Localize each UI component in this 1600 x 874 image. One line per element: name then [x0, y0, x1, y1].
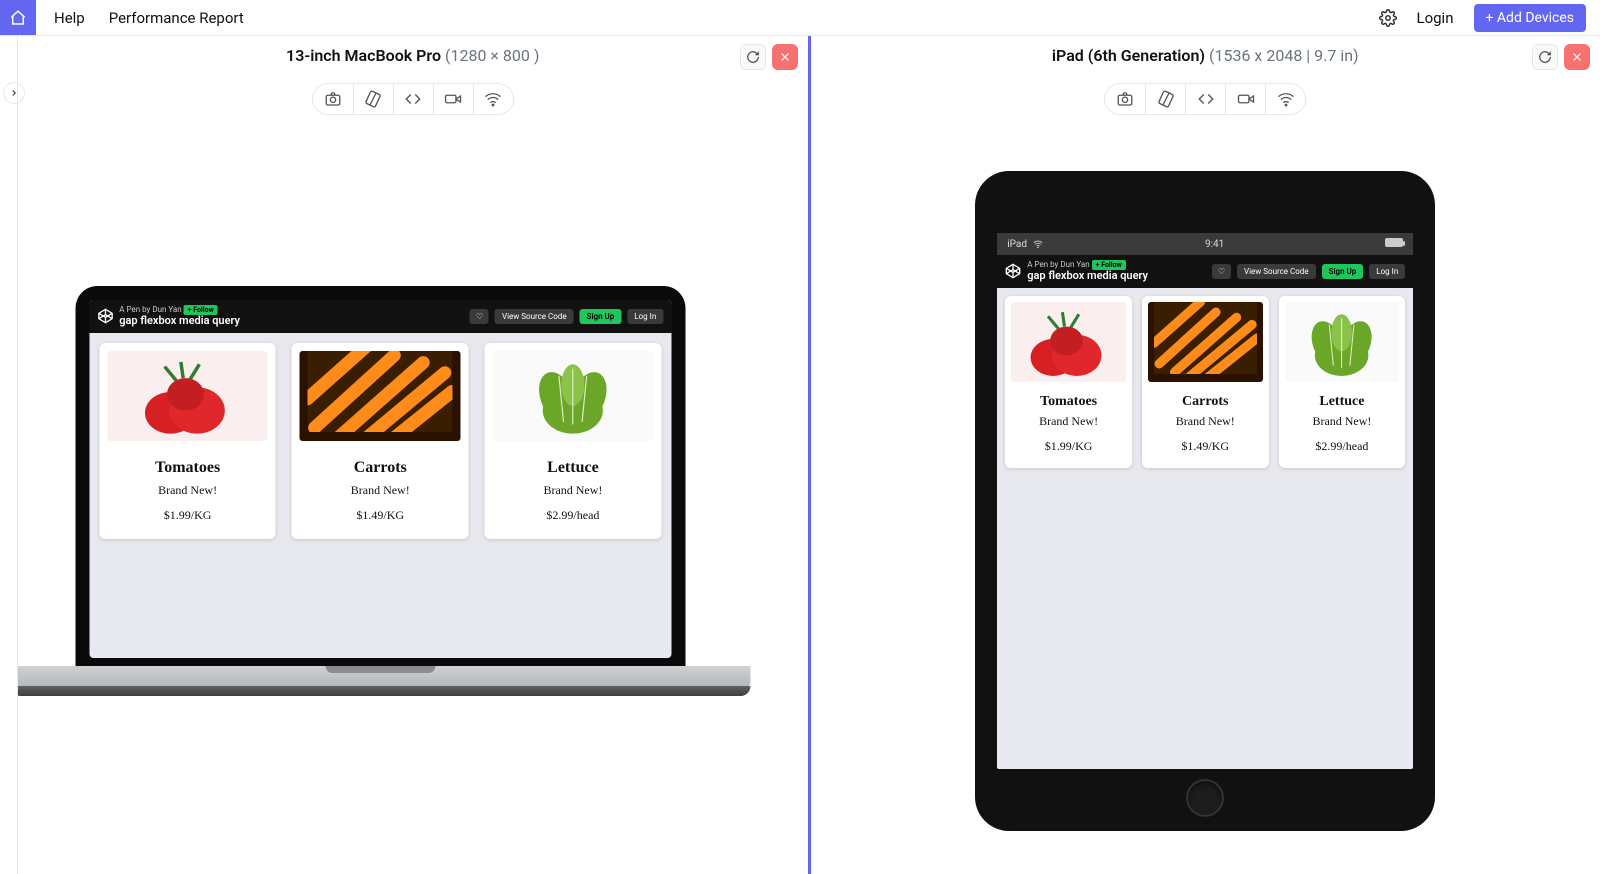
ipad-frame: iPad 9:41 A Pen by Dun Yan + Follow gap … — [975, 171, 1435, 831]
device-dimensions: (1280 × 800 ) — [445, 46, 539, 65]
device-name: 13-inch MacBook Pro — [286, 46, 441, 65]
view-source-button[interactable]: View Source Code — [1237, 264, 1316, 279]
device-toolbar — [18, 83, 808, 115]
product-price: $1.99/KG — [1011, 439, 1126, 454]
codepen-title: gap flexbox media query — [1027, 270, 1148, 282]
product-image-tomatoes — [107, 351, 268, 441]
signup-button[interactable]: Sign Up — [1322, 264, 1364, 279]
nav-help[interactable]: Help — [54, 9, 85, 27]
add-devices-button[interactable]: + Add Devices — [1474, 4, 1587, 32]
login-button[interactable]: Log In — [1369, 264, 1405, 279]
codepen-byline: A Pen by Dun Yan — [1027, 260, 1089, 269]
product-card: Lettuce Brand New! $2.99/head — [1279, 296, 1406, 468]
product-tag: Brand New! — [1011, 414, 1126, 429]
product-name: Lettuce — [1285, 394, 1400, 410]
device-name: iPad (6th Generation) — [1052, 46, 1205, 65]
ipad-home-button[interactable] — [1186, 779, 1224, 817]
product-image-tomatoes — [1011, 302, 1126, 382]
login-button[interactable]: Log In — [627, 309, 663, 324]
product-name: Carrots — [1148, 394, 1263, 410]
signup-button[interactable]: Sign Up — [580, 309, 622, 324]
codepen-logo-icon — [1005, 263, 1021, 279]
product-tag: Brand New! — [493, 483, 654, 498]
wifi-icon — [1032, 239, 1044, 249]
product-card: Tomatoes Brand New! $1.99/KG — [99, 343, 276, 539]
record-icon[interactable] — [433, 84, 473, 114]
codepen-logo-icon — [97, 308, 113, 324]
product-price: $2.99/head — [493, 508, 654, 523]
screenshot-icon[interactable] — [313, 84, 353, 114]
record-icon[interactable] — [1225, 84, 1265, 114]
product-price: $1.49/KG — [1148, 439, 1263, 454]
codepen-title: gap flexbox media query — [119, 315, 240, 327]
macbook-viewport[interactable]: A Pen by Dun Yan + Follow gap flexbox me… — [89, 300, 671, 658]
product-name: Tomatoes — [107, 459, 268, 477]
codepen-byline: A Pen by Dun Yan — [119, 305, 181, 314]
pane-title: 13-inch MacBook Pro (1280 × 800 ) — [18, 36, 808, 71]
device-pane-macbook: 13-inch MacBook Pro (1280 × 800 ) — [17, 36, 808, 874]
heart-button[interactable]: ♡ — [470, 309, 489, 324]
settings-gear-icon[interactable] — [1379, 9, 1397, 27]
ipad-viewport[interactable]: iPad 9:41 A Pen by Dun Yan + Follow gap … — [997, 233, 1413, 769]
product-card: Tomatoes Brand New! $1.99/KG — [1005, 296, 1132, 468]
product-name: Lettuce — [493, 459, 654, 477]
product-price: $1.49/KG — [300, 508, 461, 523]
product-tag: Brand New! — [107, 483, 268, 498]
devtools-icon[interactable] — [393, 84, 433, 114]
refresh-button[interactable] — [1532, 44, 1558, 70]
network-icon[interactable] — [473, 84, 513, 114]
devtools-icon[interactable] — [1185, 84, 1225, 114]
product-image-carrots — [1148, 302, 1263, 382]
refresh-button[interactable] — [740, 44, 766, 70]
product-name: Tomatoes — [1011, 394, 1126, 410]
product-tag: Brand New! — [1148, 414, 1263, 429]
product-image-lettuce — [1285, 302, 1400, 382]
product-image-carrots — [300, 351, 461, 441]
product-card: Carrots Brand New! $1.49/KG — [1142, 296, 1269, 468]
device-toolbar — [811, 83, 1600, 115]
heart-button[interactable]: ♡ — [1212, 264, 1231, 279]
status-carrier: iPad — [1007, 239, 1027, 250]
product-name: Carrots — [300, 459, 461, 477]
macbook-frame: A Pen by Dun Yan + Follow gap flexbox me… — [75, 286, 750, 688]
home-button[interactable] — [0, 0, 36, 35]
product-image-lettuce — [493, 351, 654, 441]
remove-device-button[interactable] — [1564, 44, 1590, 70]
rotate-icon[interactable] — [353, 84, 393, 114]
app-topbar: Help Performance Report Login + Add Devi… — [0, 0, 1600, 36]
network-icon[interactable] — [1265, 84, 1305, 114]
product-tag: Brand New! — [1285, 414, 1400, 429]
product-card: Carrots Brand New! $1.49/KG — [292, 343, 469, 539]
login-link[interactable]: Login — [1417, 9, 1454, 27]
product-price: $2.99/head — [1285, 439, 1400, 454]
screenshot-icon[interactable] — [1105, 84, 1145, 114]
battery-icon — [1385, 238, 1403, 247]
view-source-button[interactable]: View Source Code — [495, 309, 574, 324]
remove-device-button[interactable] — [772, 44, 798, 70]
codepen-header: A Pen by Dun Yan + Follow gap flexbox me… — [89, 300, 671, 333]
product-tag: Brand New! — [300, 483, 461, 498]
product-price: $1.99/KG — [107, 508, 268, 523]
pane-title: iPad (6th Generation) (1536 x 2048 | 9.7… — [811, 36, 1600, 71]
ipad-status-bar: iPad 9:41 — [997, 233, 1413, 255]
product-card: Lettuce Brand New! $2.99/head — [485, 343, 662, 539]
nav-performance-report[interactable]: Performance Report — [109, 9, 244, 27]
device-pane-ipad: iPad (6th Generation) (1536 x 2048 | 9.7… — [808, 36, 1600, 874]
device-dimensions: (1536 x 2048 | 9.7 in) — [1209, 46, 1359, 65]
status-time: 9:41 — [1044, 239, 1385, 250]
codepen-header: A Pen by Dun Yan + Follow gap flexbox me… — [997, 255, 1413, 288]
rotate-icon[interactable] — [1145, 84, 1185, 114]
